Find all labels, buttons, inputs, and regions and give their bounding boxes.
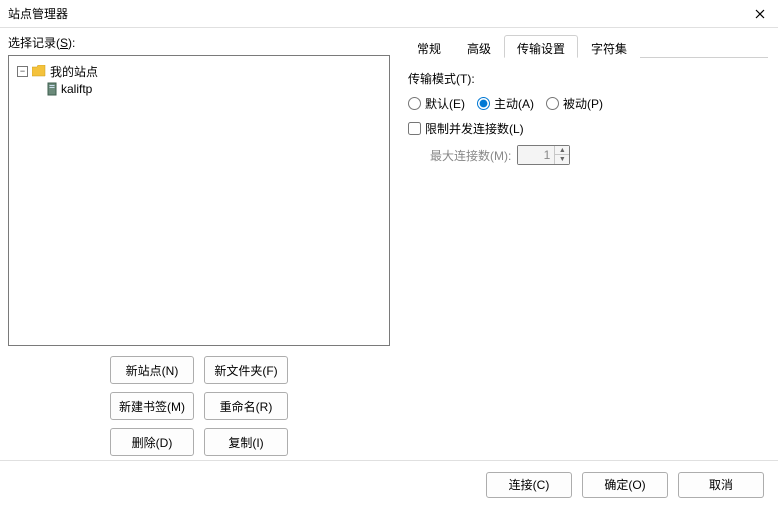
connect-button[interactable]: 连接(C) [486, 472, 572, 498]
dialog-footer: 连接(C) 确定(O) 取消 [0, 460, 778, 508]
tab-general[interactable]: 常规 [404, 35, 454, 58]
radio-active[interactable]: 主动(A) [477, 95, 534, 112]
limit-connections-input[interactable] [408, 122, 421, 135]
limit-connections-checkbox[interactable]: 限制并发连接数(L) [408, 120, 524, 137]
site-buttons: 新站点(N) 新文件夹(F) 新建书签(M) 重命名(R) 删除(D) 复制(I… [8, 356, 390, 456]
radio-default-input[interactable] [408, 97, 421, 110]
tab-charset[interactable]: 字符集 [578, 35, 640, 58]
radio-default[interactable]: 默认(E) [408, 95, 465, 112]
max-connections-input[interactable] [518, 146, 554, 164]
max-connections-label: 最大连接数(M): [430, 147, 511, 164]
close-button[interactable] [750, 4, 770, 24]
main-area: 选择记录(S): − 我的站点 kaliftp 新站点(N) 新文件夹(F) 新… [0, 28, 778, 460]
right-panel: 常规 高级 传输设置 字符集 传输模式(T): 默认(E) 主动(A) [398, 28, 778, 460]
transfer-settings-body: 传输模式(T): 默认(E) 主动(A) 被动(P) [404, 58, 768, 456]
radio-passive[interactable]: 被动(P) [546, 95, 603, 112]
folder-icon [32, 65, 46, 77]
tree-collapse-toggle[interactable]: − [17, 66, 28, 77]
ok-button[interactable]: 确定(O) [582, 472, 668, 498]
spinner-up[interactable]: ▲ [555, 146, 569, 155]
max-connections-row: 最大连接数(M): ▲ ▼ [408, 145, 764, 165]
tree-child-row[interactable]: kaliftp [13, 80, 385, 98]
cancel-button[interactable]: 取消 [678, 472, 764, 498]
radio-active-input[interactable] [477, 97, 490, 110]
transfer-mode-label: 传输模式(T): [408, 70, 764, 87]
transfer-mode-radios: 默认(E) 主动(A) 被动(P) [408, 95, 764, 112]
close-icon [755, 9, 765, 19]
left-panel: 选择记录(S): − 我的站点 kaliftp 新站点(N) 新文件夹(F) 新… [0, 28, 398, 460]
new-folder-button[interactable]: 新文件夹(F) [204, 356, 288, 384]
tab-advanced[interactable]: 高级 [454, 35, 504, 58]
radio-passive-input[interactable] [546, 97, 559, 110]
tree-root-row[interactable]: − 我的站点 [13, 62, 385, 80]
rename-button[interactable]: 重命名(R) [204, 392, 288, 420]
tree-child-label: kaliftp [61, 82, 92, 96]
title-bar: 站点管理器 [0, 0, 778, 28]
spinner-down[interactable]: ▼ [555, 155, 569, 164]
tab-transfer-settings[interactable]: 传输设置 [504, 35, 578, 58]
spinner-buttons: ▲ ▼ [554, 146, 569, 164]
window-title: 站点管理器 [8, 5, 68, 22]
select-record-label: 选择记录(S): [8, 34, 390, 51]
new-bookmark-button[interactable]: 新建书签(M) [110, 392, 194, 420]
limit-connections-row: 限制并发连接数(L) [408, 120, 764, 137]
duplicate-button[interactable]: 复制(I) [204, 428, 288, 456]
new-site-button[interactable]: 新站点(N) [110, 356, 194, 384]
delete-button[interactable]: 删除(D) [110, 428, 194, 456]
max-connections-spinner[interactable]: ▲ ▼ [517, 145, 570, 165]
site-tree[interactable]: − 我的站点 kaliftp [8, 55, 390, 346]
tab-strip: 常规 高级 传输设置 字符集 [404, 34, 768, 58]
server-icon [47, 82, 57, 96]
tree-root-label: 我的站点 [50, 63, 98, 80]
